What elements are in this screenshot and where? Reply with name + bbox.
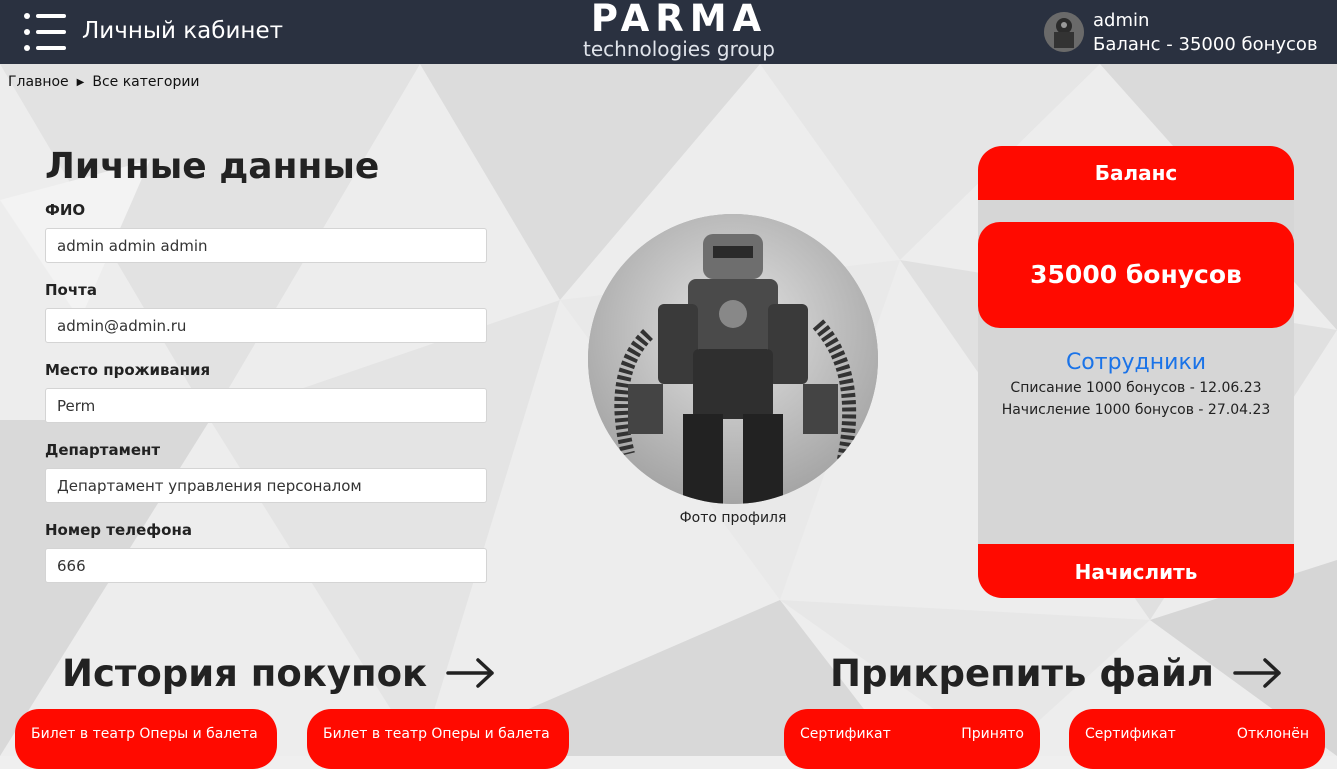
phone-field[interactable] (45, 548, 487, 583)
fio-field[interactable] (45, 228, 487, 263)
email-field[interactable] (45, 308, 487, 343)
accrue-button[interactable]: Начислить (978, 544, 1294, 598)
attachment-name: Сертификат (800, 726, 891, 742)
breadcrumb-current[interactable]: Все категории (92, 74, 199, 90)
transaction-item: Списание 1000 бонусов - 12.06.23 (1010, 380, 1262, 396)
purchase-item-label: Билет в театр Оперы и балета (323, 726, 550, 742)
attach-file-title[interactable]: Прикрепить файл (830, 652, 1283, 695)
residence-label: Место проживания (45, 361, 211, 379)
profile-photo[interactable] (588, 214, 878, 504)
balance-card: Баланс 35000 бонусов Сотрудники Списание… (978, 146, 1294, 598)
breadcrumb-arrow-icon: ▶ (76, 77, 85, 88)
transaction-item: Начисление 1000 бонусов - 27.04.23 (1001, 402, 1271, 418)
logo-sub-text: technologies group (583, 37, 775, 61)
breadcrumb-home[interactable]: Главное (8, 74, 69, 90)
purchase-history-title[interactable]: История покупок (62, 652, 496, 695)
attach-file-label: Прикрепить файл (830, 652, 1214, 695)
department-label: Департамент (45, 441, 161, 459)
purchase-history-label: История покупок (62, 652, 428, 695)
employees-link[interactable]: Сотрудники (978, 350, 1294, 375)
user-name[interactable]: admin (1093, 10, 1149, 31)
personal-data-title: Личные данные (45, 146, 380, 187)
user-avatar[interactable] (1044, 12, 1084, 52)
phone-label: Номер телефона (45, 521, 192, 539)
menu-icon[interactable] (24, 13, 68, 53)
arrow-right-icon (446, 657, 494, 688)
parma-logo[interactable]: PARMA technologies group (577, 0, 781, 64)
photo-caption: Фото профиля (679, 510, 787, 526)
balance-title: Баланс (978, 146, 1294, 200)
arrow-right-icon (1233, 657, 1281, 688)
purchase-item[interactable]: Билет в театр Оперы и балета (15, 709, 277, 769)
purchase-item[interactable]: Билет в театр Оперы и балета (307, 709, 569, 769)
user-balance: Баланс - 35000 бонусов (1093, 34, 1318, 55)
fio-label: ФИО (45, 201, 86, 219)
balance-amount: 35000 бонусов (978, 222, 1294, 328)
logo-main-text: PARMA (590, 0, 768, 40)
residence-field[interactable] (45, 388, 487, 423)
header-title: Личный кабинет (82, 18, 283, 44)
attachment-status: Отклонён (1236, 726, 1309, 742)
purchase-item-label: Билет в театр Оперы и балета (31, 726, 258, 742)
top-header: Личный кабинет PARMA technologies group … (0, 0, 1337, 64)
attachment-status: Принято (961, 726, 1024, 742)
department-field[interactable] (45, 468, 487, 503)
attachment-name: Сертификат (1085, 726, 1176, 742)
email-label: Почта (45, 281, 97, 299)
attachment-item[interactable]: Сертификат Принято (784, 709, 1040, 769)
breadcrumb: Главное ▶ Все категории (8, 74, 200, 90)
attachment-item[interactable]: Сертификат Отклонён (1069, 709, 1325, 769)
